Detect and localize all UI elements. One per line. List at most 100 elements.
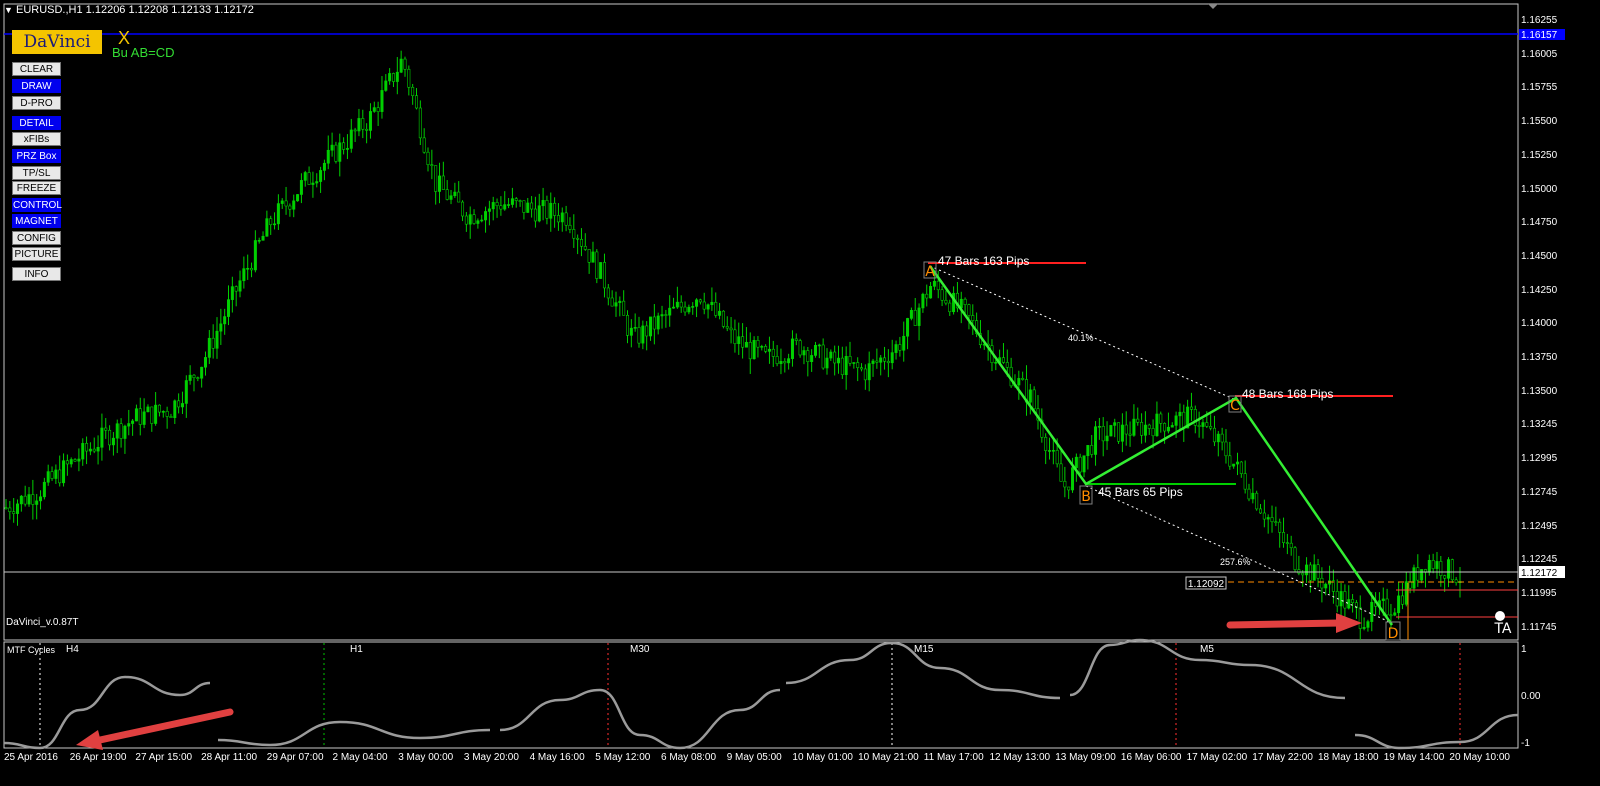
btn-detail[interactable]: DETAIL xyxy=(12,116,61,130)
candle-body xyxy=(449,195,453,200)
candle-body xyxy=(39,496,43,502)
candle-body xyxy=(307,172,311,185)
btn-clear[interactable]: CLEAR xyxy=(12,62,61,76)
candle-body xyxy=(798,340,802,356)
candle-body xyxy=(330,144,334,151)
candle-body xyxy=(19,495,23,505)
cd-annotation: 48 Bars 168 Pips xyxy=(1242,387,1333,401)
candle-body xyxy=(507,204,511,206)
candle-body xyxy=(376,107,380,112)
candle-body xyxy=(108,429,112,446)
ta-object-icon[interactable] xyxy=(1495,611,1505,621)
candle-body xyxy=(4,507,8,509)
point-a-marker: A xyxy=(923,261,937,280)
candle-body xyxy=(909,310,913,319)
candle-body xyxy=(860,367,864,370)
candle-body xyxy=(1063,481,1067,488)
btn-magnet[interactable]: MAGNET xyxy=(12,214,61,228)
candle-body xyxy=(879,357,883,363)
btn-xfibs[interactable]: xFIBs xyxy=(12,132,61,146)
btn-prz-box[interactable]: PRZ Box xyxy=(12,149,61,163)
candle-body xyxy=(1224,441,1228,457)
candle-body xyxy=(395,71,399,82)
btn-info[interactable]: INFO xyxy=(12,267,61,281)
version-label: DaVinci_v.0.87T xyxy=(6,617,79,628)
candle-body xyxy=(1251,492,1255,500)
btn-d-pro[interactable]: D-PRO xyxy=(12,96,61,110)
btn-tp-sl[interactable]: TP/SL xyxy=(12,166,61,180)
candle-body xyxy=(1454,579,1458,583)
ind-scale-top: 1 xyxy=(1521,644,1527,655)
candle-body xyxy=(1293,547,1297,570)
candle-body xyxy=(767,348,771,352)
candle-body xyxy=(591,251,595,263)
blue-price-tag-label: 1.16157 xyxy=(1521,30,1558,41)
candle-body xyxy=(1370,601,1374,622)
candle-body xyxy=(223,316,227,325)
candle-body xyxy=(821,344,825,369)
candle-body xyxy=(572,229,576,239)
candle-body xyxy=(894,344,898,353)
candle-body xyxy=(391,73,395,82)
candle-body xyxy=(1381,598,1385,601)
candle-body xyxy=(737,336,741,345)
candle-body xyxy=(207,337,211,358)
candle-body xyxy=(177,400,181,408)
candle-body xyxy=(1097,426,1101,428)
candle-body xyxy=(165,411,169,417)
candle-body xyxy=(42,481,46,498)
point-b-label: B xyxy=(1081,489,1091,505)
chart-menu-icon[interactable]: ▼ xyxy=(4,5,13,15)
trading-chart-window[interactable]: A B C D 47 Bars 163 Pips 45 Bars 65 Pips… xyxy=(0,0,1600,786)
candle-body xyxy=(714,301,718,316)
btn-config[interactable]: CONFIG xyxy=(12,231,61,245)
candle-body xyxy=(1420,569,1424,581)
candle-body xyxy=(319,170,323,182)
candle-body xyxy=(629,327,633,336)
candle-body xyxy=(541,200,545,207)
candle-body xyxy=(1155,413,1159,437)
candle-body xyxy=(434,165,438,192)
candle-body xyxy=(614,302,618,307)
btn-control[interactable]: CONTROL xyxy=(12,198,62,212)
candle-body xyxy=(1117,422,1121,442)
candle-body xyxy=(380,90,384,112)
candle-body xyxy=(422,137,426,153)
candle-body xyxy=(457,191,461,203)
candle-body xyxy=(679,301,683,308)
candle-body xyxy=(1132,418,1136,436)
candle-body xyxy=(729,327,733,331)
candle-body xyxy=(1048,450,1052,452)
candle-body xyxy=(1320,577,1324,589)
candle-body xyxy=(131,420,135,424)
btn-freeze[interactable]: FREEZE xyxy=(12,181,61,195)
ab-annotation: 47 Bars 163 Pips xyxy=(938,254,1029,268)
time-tick: 16 May 06:00 xyxy=(1120,752,1182,763)
candle-body xyxy=(549,202,553,219)
candle-body xyxy=(1431,560,1435,569)
candle-body xyxy=(215,330,219,349)
retracement-1-label: 40.1% xyxy=(1068,333,1094,343)
candle-body xyxy=(587,249,591,263)
candle-body xyxy=(890,352,894,364)
candle-body xyxy=(522,200,526,213)
btn-picture[interactable]: PICTURE xyxy=(12,247,61,261)
candle-body xyxy=(948,302,952,313)
candle-body xyxy=(138,408,142,425)
price-tick: 1.12995 xyxy=(1521,453,1558,465)
candle-body xyxy=(560,212,564,223)
candle-body xyxy=(1289,542,1293,549)
candle-body xyxy=(1400,595,1404,605)
candle-body xyxy=(1021,378,1025,380)
candle-body xyxy=(1397,595,1401,614)
candle-body xyxy=(837,357,841,364)
candle-body xyxy=(664,314,668,316)
price-chart[interactable]: A B C D 47 Bars 163 Pips 45 Bars 65 Pips… xyxy=(0,0,1600,786)
candle-body xyxy=(58,469,62,484)
candle-body xyxy=(426,151,430,165)
candle-body xyxy=(1113,422,1117,426)
candle-body xyxy=(556,215,560,223)
candle-body xyxy=(710,301,714,306)
btn-draw[interactable]: DRAW xyxy=(12,79,61,93)
candle-body xyxy=(342,142,346,150)
